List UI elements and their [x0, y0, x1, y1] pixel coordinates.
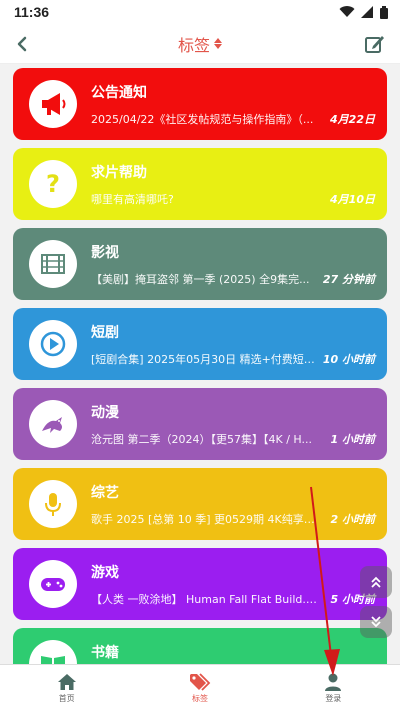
latest-post-title: 哪里有高清哪吒?	[91, 193, 174, 206]
nav-home[interactable]: 首页	[0, 665, 133, 712]
film-icon	[29, 240, 77, 288]
status-time: 11:36	[14, 4, 50, 20]
sort-icon	[214, 38, 222, 49]
latest-post-time: 10 小时前	[322, 353, 375, 366]
megaphone-icon	[29, 80, 77, 128]
scroll-top-button[interactable]	[360, 566, 392, 598]
wifi-icon	[339, 6, 355, 18]
edit-icon	[365, 36, 384, 53]
category-name: 求片帮助	[91, 165, 147, 181]
latest-post-time: 2 小时前	[330, 513, 375, 526]
category-name: 影视	[91, 245, 119, 261]
category-card[interactable]: 动漫沧元图 第二季（2024）【更57集】【4K / H... 1 小时前	[13, 388, 387, 460]
play-icon	[29, 320, 77, 368]
category-card[interactable]: 综艺歌手 2025 [总第 10 季] 更0529期 4K纯享版... 2 小时前	[13, 468, 387, 540]
latest-post-time: 4月22日	[330, 113, 375, 126]
app-header: 标签	[0, 24, 400, 64]
system-icons	[339, 5, 388, 19]
category-card[interactable]: ? 求片帮助哪里有高清哪吒? 4月10日	[13, 148, 387, 220]
nav-tags-label: 标签	[191, 694, 208, 703]
latest-post-title: 【人类 一败涂地】 Human Fall Flat Build.1...	[91, 593, 323, 606]
scroll-bottom-icon	[371, 616, 381, 628]
gamepad-icon	[29, 560, 77, 608]
category-card[interactable]: 书籍	[13, 628, 387, 664]
category-name: 公告通知	[91, 85, 147, 101]
nav-login-label: 登录	[325, 694, 342, 703]
category-name: 书籍	[91, 645, 119, 661]
category-name: 短剧	[91, 325, 119, 341]
latest-post-title: 2025/04/22《社区发帖规范与操作指南》（...	[91, 113, 314, 126]
category-card[interactable]: 公告通知 2025/04/22《社区发帖规范与操作指南》（... 4月22日	[13, 68, 387, 140]
edit-button[interactable]	[362, 31, 388, 57]
category-card[interactable]: 短剧 [短剧合集] 2025年05月30日 精选+付费短剧... 10 小时前	[13, 308, 387, 380]
latest-post-title: 歌手 2025 [总第 10 季] 更0529期 4K纯享版...	[91, 513, 323, 526]
user-icon	[325, 673, 342, 691]
dragon-icon	[29, 400, 77, 448]
page-title-dropdown[interactable]: 标签	[178, 32, 222, 56]
tag-icon	[189, 673, 211, 691]
microphone-icon	[29, 480, 77, 528]
category-list[interactable]: 公告通知 2025/04/22《社区发帖规范与操作指南》（... 4月22日? 求片帮…	[0, 64, 400, 664]
home-icon	[57, 674, 76, 690]
svg-text:?: ?	[46, 170, 60, 198]
book-icon	[29, 640, 77, 664]
category-name: 游戏	[91, 565, 119, 581]
latest-post-title: 沧元图 第二季（2024）【更57集】【4K / H...	[91, 433, 312, 446]
category-card[interactable]: 游戏 【人类 一败涂地】 Human Fall Flat Build.1... 5 …	[13, 548, 387, 620]
nav-home-label: 首页	[58, 694, 75, 703]
back-button[interactable]	[10, 32, 34, 56]
latest-post-time: 4月10日	[330, 193, 375, 206]
back-arrow-icon	[17, 36, 27, 52]
page-title: 标签	[177, 35, 210, 55]
latest-post-time: 27 分钟前	[322, 273, 375, 286]
category-name: 动漫	[91, 405, 119, 421]
question-icon: ?	[29, 160, 77, 208]
nav-login[interactable]: 登录	[267, 665, 400, 712]
latest-post-title: 【美剧】掩耳盗邻 第一季 (2025) 全9集完...	[91, 273, 310, 286]
category-card[interactable]: 影视【美剧】掩耳盗邻 第一季 (2025) 全9集完... 27 分钟前	[13, 228, 387, 300]
scroll-top-icon	[371, 576, 381, 588]
category-name: 综艺	[91, 485, 119, 501]
bottom-nav: 首页 标签 登录	[0, 664, 400, 712]
nav-tags[interactable]: 标签	[133, 665, 266, 712]
battery-icon	[380, 5, 388, 19]
signal-icon	[361, 6, 373, 18]
status-bar: 11:36	[0, 0, 400, 24]
latest-post-title: [短剧合集] 2025年05月30日 精选+付费短剧...	[91, 353, 323, 366]
scroll-bottom-button[interactable]	[360, 606, 392, 638]
latest-post-time: 1 小时前	[330, 433, 375, 446]
